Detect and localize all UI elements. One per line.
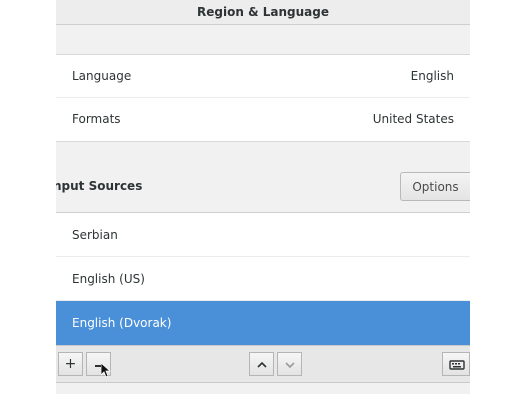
panel-footer [56, 383, 470, 394]
input-source-english-dvorak[interactable]: English (Dvorak) [56, 301, 470, 345]
plus-icon: + [64, 356, 77, 372]
keyboard-layout-button[interactable] [442, 352, 470, 376]
language-row[interactable]: Language English [56, 55, 470, 98]
formats-label: Formats [72, 112, 121, 126]
chevron-down-icon [285, 362, 295, 369]
language-formats-list: Language English Formats United States [56, 54, 470, 142]
formats-row[interactable]: Formats United States [56, 98, 470, 141]
keyboard-icon [449, 360, 465, 370]
input-source-label: Serbian [72, 228, 118, 242]
input-sources-title: nput Sources [56, 179, 143, 193]
chevron-up-icon [257, 361, 267, 368]
language-label: Language [72, 69, 132, 83]
input-sources-toolbar: + [56, 345, 470, 383]
language-value: English [410, 69, 454, 83]
region-language-panel: Region & Language Language English Forma… [56, 0, 470, 394]
mouse-pointer-icon [101, 363, 112, 378]
options-button[interactable]: Options [400, 172, 470, 201]
input-source-label: English (Dvorak) [72, 316, 172, 330]
add-source-button[interactable]: + [58, 352, 83, 376]
window-title: Region & Language [56, 0, 470, 25]
formats-value: United States [372, 112, 454, 126]
input-source-serbian[interactable]: Serbian [56, 213, 470, 257]
input-sources-header: nput Sources Options [56, 168, 470, 212]
move-up-button[interactable] [249, 352, 274, 376]
input-source-english-us[interactable]: English (US) [56, 257, 470, 301]
input-sources-list: Serbian English (US) English (Dvorak) [56, 212, 470, 345]
move-down-button[interactable] [277, 352, 302, 376]
input-source-label: English (US) [72, 272, 145, 286]
